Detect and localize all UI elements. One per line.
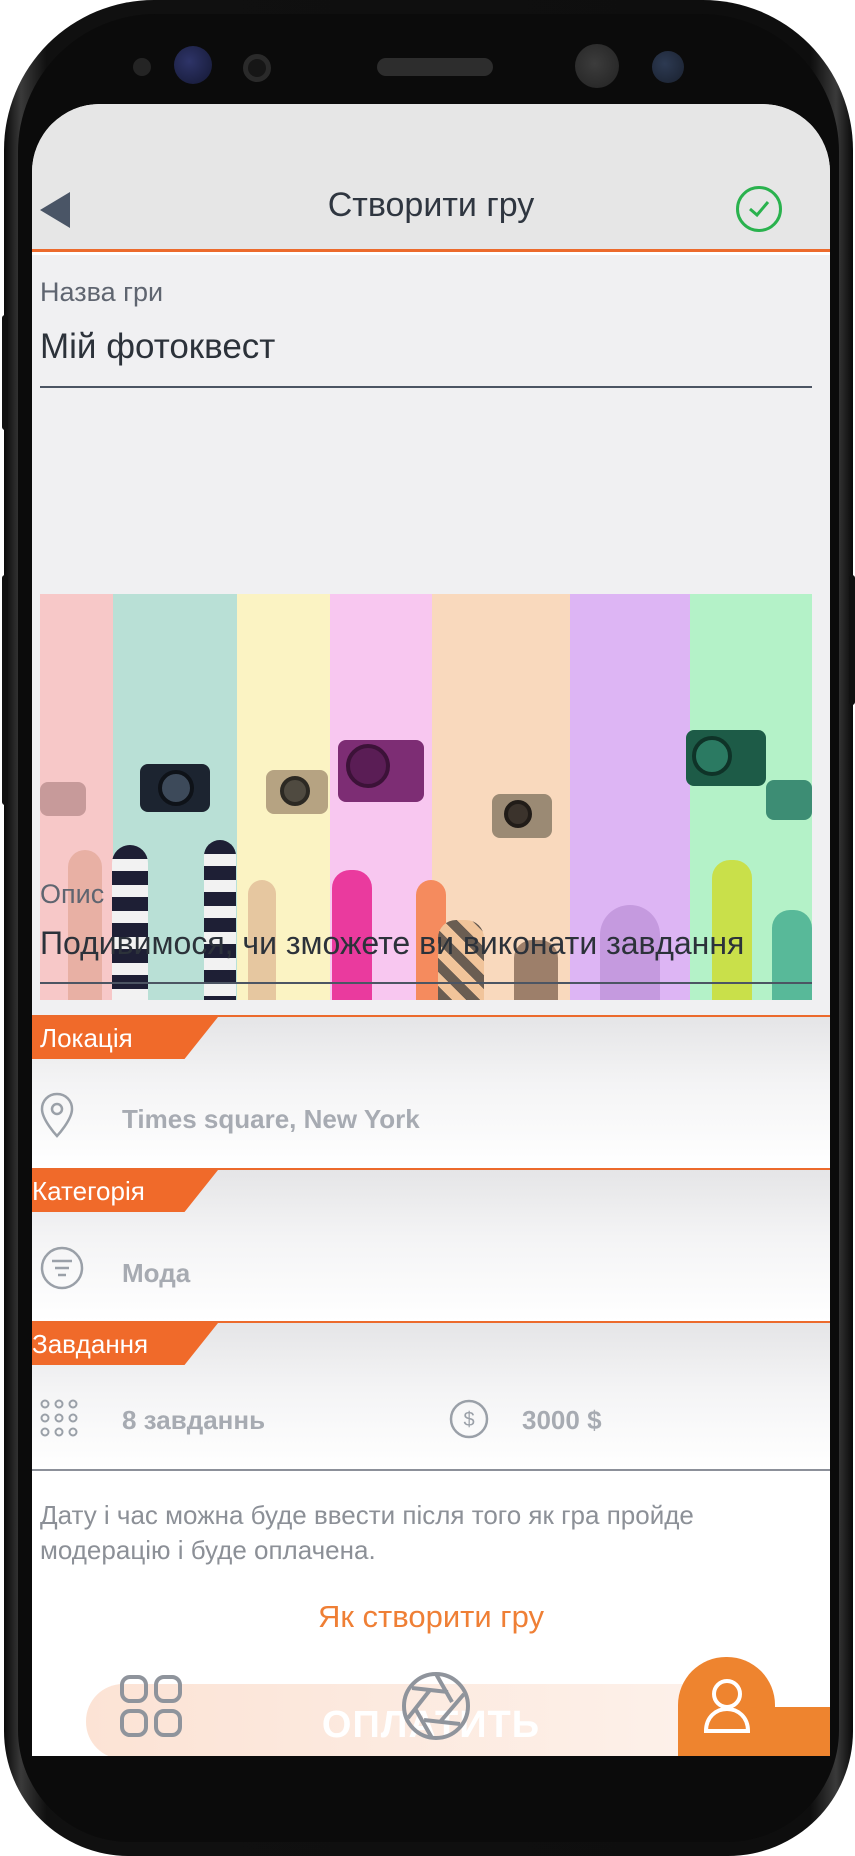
location-tag: Локація [32, 1017, 218, 1059]
category-tag: Категорія [32, 1170, 218, 1212]
phone-frame: Створити гру Назва гри Мій фотоквест Опи… [2, 0, 855, 1856]
category-section[interactable]: Категорія Мода [32, 1168, 830, 1321]
location-value: Times square, New York [122, 1104, 420, 1134]
power-button [849, 575, 855, 705]
iris-camera [575, 44, 619, 88]
iris-sensor [652, 51, 684, 83]
screen: Створити гру Назва гри Мій фотоквест Опи… [32, 104, 830, 1756]
tasks-section[interactable]: Завдання 8 завданнь $ 3000 $ [32, 1321, 830, 1471]
svg-text:$: $ [463, 1409, 474, 1431]
game-name-label: Назва гри [40, 277, 164, 307]
game-name-underline [40, 386, 812, 388]
volume-up-button [2, 315, 8, 430]
app-header: Створити гру [32, 104, 830, 252]
game-form: Назва гри Мій фотоквест Опис Подивимося,… [32, 255, 830, 1015]
description-input[interactable]: Подивимося, чи зможете ви виконати завда… [40, 925, 744, 962]
tasks-price: 3000 $ [522, 1405, 602, 1435]
location-section[interactable]: Локація Times square, New York [32, 1015, 830, 1168]
location-pin-icon [40, 1092, 74, 1138]
tasks-count: 8 завданнь [122, 1405, 266, 1435]
camera-aperture-icon[interactable] [400, 1670, 472, 1742]
page-title: Створити гру [327, 186, 535, 224]
check-circle-icon[interactable] [736, 186, 782, 232]
tasks-tag: Завдання [32, 1323, 218, 1365]
description-underline [40, 982, 812, 984]
game-name-input[interactable]: Мій фотоквест [40, 327, 275, 367]
description-label: Опис [40, 879, 105, 909]
sensor-dot [133, 58, 151, 76]
apps-grid-icon[interactable] [119, 1674, 183, 1738]
dollar-circle-icon: $ [449, 1399, 489, 1439]
user-profile-icon [703, 1679, 751, 1733]
grid-dots-icon [40, 1399, 78, 1437]
category-value: Мода [122, 1258, 191, 1288]
list-circle-icon [40, 1246, 84, 1290]
front-camera [174, 46, 212, 84]
how-to-create-link[interactable]: Як створити гру [32, 1599, 830, 1635]
proximity-sensor [243, 54, 271, 82]
volume-down-button [2, 575, 8, 805]
earpiece-speaker [377, 58, 493, 76]
profile-tab[interactable] [678, 1657, 830, 1756]
moderation-note: Дату і час можна буде ввести після того … [40, 1500, 694, 1565]
